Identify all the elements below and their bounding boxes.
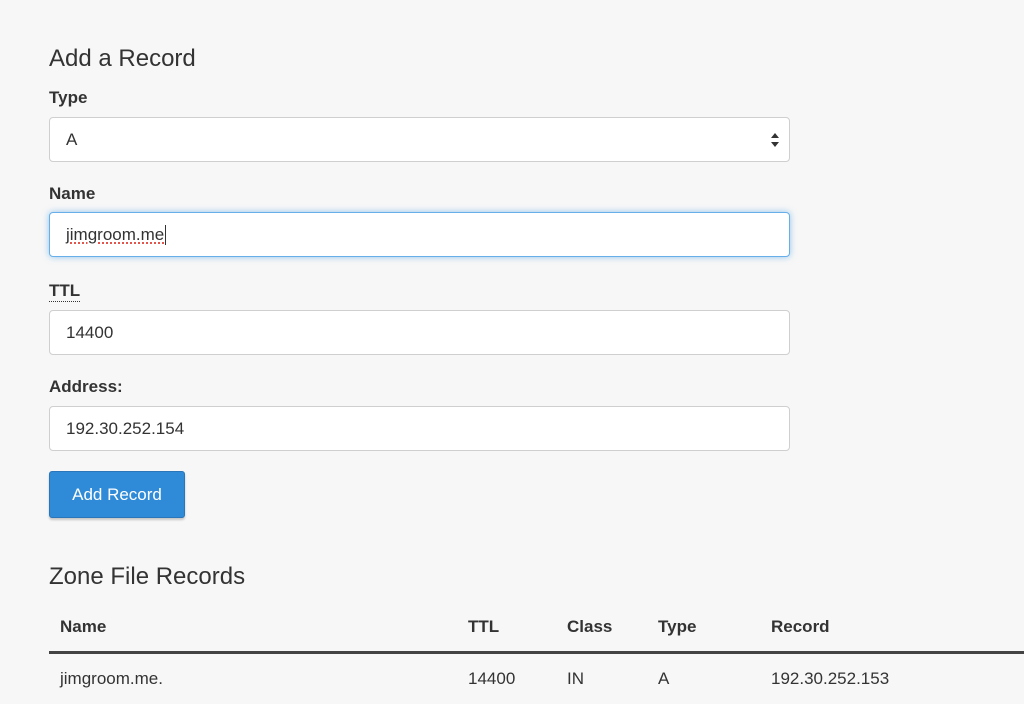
- ttl-input-value: 14400: [66, 322, 114, 342]
- ttl-input[interactable]: 14400: [49, 310, 790, 355]
- zone-records-header: Name TTL Class Type Record: [49, 603, 1024, 654]
- type-select-value: A: [66, 129, 78, 149]
- row-type: A: [658, 669, 670, 688]
- row-name: jimgroom.me.: [60, 669, 163, 688]
- column-header-type[interactable]: Type: [658, 617, 696, 637]
- address-input[interactable]: 192.30.252.154: [49, 406, 790, 451]
- name-label: Name: [49, 184, 96, 203]
- type-label: Type: [49, 88, 88, 107]
- table-row: jimgroom.me. 14400 IN A 192.30.252.153: [49, 654, 1024, 704]
- text-caret: [165, 224, 167, 245]
- type-select[interactable]: A: [49, 117, 790, 162]
- add-record-title: Add a Record: [49, 45, 196, 72]
- column-header-ttl[interactable]: TTL: [468, 617, 499, 637]
- column-header-record[interactable]: Record: [771, 617, 830, 637]
- zone-records-title: Zone File Records: [49, 563, 246, 590]
- select-arrows-icon: [771, 132, 779, 147]
- address-input-value: 192.30.252.154: [66, 418, 185, 438]
- name-input[interactable]: jimgroom.me: [49, 212, 790, 257]
- name-input-value: jimgroom.me: [66, 224, 165, 244]
- row-class: IN: [567, 669, 584, 688]
- column-header-class[interactable]: Class: [567, 617, 612, 637]
- ttl-label-text: TTL: [49, 281, 81, 302]
- column-header-name[interactable]: Name: [60, 617, 106, 637]
- row-ttl: 14400: [468, 669, 516, 688]
- row-record: 192.30.252.153: [771, 669, 890, 688]
- add-record-button[interactable]: Add Record: [49, 471, 185, 518]
- ttl-label: TTL: [49, 281, 81, 302]
- address-label: Address:: [49, 377, 123, 396]
